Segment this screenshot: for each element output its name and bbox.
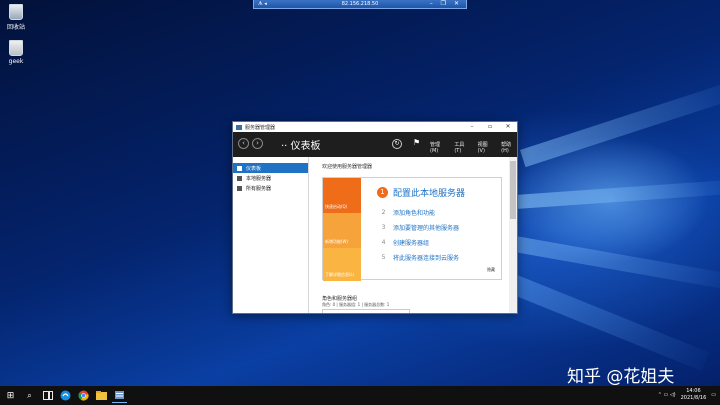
menu-manage[interactable]: 管理(M) xyxy=(430,141,446,154)
refresh-icon[interactable]: ↻ xyxy=(392,139,402,149)
wallpaper-light-beam xyxy=(497,270,709,371)
wallpaper-light-beam xyxy=(507,235,720,289)
breadcrumb: ·· 仪表板 xyxy=(281,141,321,152)
menu-help[interactable]: 帮助(H) xyxy=(501,141,517,154)
tab-whats-new[interactable]: 新增功能(W) xyxy=(323,213,361,248)
sidebar-item-dashboard[interactable]: 仪表板 xyxy=(233,163,308,173)
step-label: 配置此本地服务器 xyxy=(393,189,466,199)
sidebar-item-local-server[interactable]: 本地服务器 xyxy=(233,173,308,183)
start-button[interactable]: ⊞ xyxy=(3,388,18,403)
file-icon xyxy=(9,40,23,56)
taskbar: ⊞ ⌕ ⌃ ▭ ◁) 14:06 2021/8/16 ▭ xyxy=(0,386,720,405)
chrome-browser-icon[interactable] xyxy=(76,388,91,403)
task-view-icon[interactable] xyxy=(40,388,55,403)
server-manager-icon xyxy=(236,124,242,130)
recycle-bin-icon xyxy=(9,4,23,20)
add-roles-link[interactable]: 2 添加角色和功能 xyxy=(379,208,435,217)
sidebar: 仪表板 本地服务器 所有服务器 xyxy=(233,157,309,313)
search-icon[interactable]: ⌕ xyxy=(22,388,37,403)
system-tray: ⌃ ▭ ◁) 14:06 2021/8/16 ▭ xyxy=(658,388,716,402)
roles-summary: 角色: 0 | 服务器组: 1 | 服务器总数: 1 xyxy=(322,302,390,307)
tab-learn-more[interactable]: 了解详细信息(L) xyxy=(323,248,361,281)
server-manager-window: 服务器管理器 – ▫ ✕ ‹ › ·· 仪表板 ↻ ⚑ 管理(M) 工具(T) … xyxy=(232,121,518,314)
clock-time: 14:06 xyxy=(686,388,701,394)
remote-connection-bar: ᗑ ◂ 82.156.218.50 – ❐ ✕ xyxy=(253,0,467,9)
connect-cloud-link[interactable]: 5 将此服务器连接到云服务 xyxy=(379,253,459,262)
sidebar-item-all-servers[interactable]: 所有服务器 xyxy=(233,183,308,193)
menu-view[interactable]: 视图(V) xyxy=(478,141,494,154)
scrollbar-thumb[interactable] xyxy=(510,161,516,219)
clock-date: 2021/8/16 xyxy=(680,395,707,401)
quick-start-panel: 快速启动(Q) 新增功能(W) 了解详细信息(L) 1 配置此本地服务器 2 添… xyxy=(322,177,502,281)
wallpaper-light-beam xyxy=(515,179,720,209)
sidebar-item-label: 仪表板 xyxy=(246,165,262,172)
desktop-icon-recycle-bin[interactable]: 回收站 xyxy=(0,4,32,31)
dashboard-content: 欢迎使用服务器管理器 快速启动(Q) 新增功能(W) 了解详细信息(L) 1 配… xyxy=(310,157,509,313)
remote-bar-left-icons[interactable]: ᗑ ◂ xyxy=(258,1,267,7)
back-button[interactable]: ‹ xyxy=(238,138,249,149)
desktop-icon-geek[interactable]: geek xyxy=(0,40,32,65)
step-number: 1 xyxy=(377,187,388,198)
role-tile[interactable] xyxy=(322,309,410,313)
window-title: 服务器管理器 xyxy=(245,124,276,131)
forward-button[interactable]: › xyxy=(252,138,263,149)
desktop-icon-label: 回收站 xyxy=(6,24,25,31)
edge-browser-icon[interactable] xyxy=(58,388,73,403)
notifications-flag-icon[interactable]: ⚑ xyxy=(413,138,420,147)
add-servers-link[interactable]: 3 添加要管理的其他服务器 xyxy=(379,223,459,232)
welcome-title: 欢迎使用服务器管理器 xyxy=(322,164,373,170)
hide-link[interactable]: 隐藏 xyxy=(487,267,495,273)
server-icon xyxy=(237,175,242,181)
window-titlebar[interactable]: 服务器管理器 – ▫ ✕ xyxy=(233,122,517,132)
notification-center-icon[interactable]: ▭ xyxy=(711,392,716,398)
roles-section-title: 角色和服务器组 xyxy=(322,296,358,302)
server-manager-taskbar-icon[interactable] xyxy=(112,388,127,403)
minimize-button[interactable]: – xyxy=(463,122,481,132)
configure-local-server-link[interactable]: 1 配置此本地服务器 xyxy=(377,186,465,199)
desktop-icon-label: geek xyxy=(8,58,24,65)
servers-icon xyxy=(237,185,242,191)
tray-icons[interactable]: ⌃ ▭ ◁) xyxy=(658,392,676,398)
remote-bar-window-controls[interactable]: – ❐ ✕ xyxy=(430,0,462,7)
remote-host-address: 82.156.218.50 xyxy=(341,1,379,7)
tab-quick-start[interactable]: 快速启动(Q) xyxy=(323,178,361,213)
dashboard-icon xyxy=(237,165,242,171)
watermark: 知乎 @花姐夫 xyxy=(567,367,675,387)
clock[interactable]: 14:06 2021/8/16 xyxy=(681,388,707,402)
file-explorer-icon[interactable] xyxy=(94,388,109,403)
toolbar: ‹ › ·· 仪表板 ↻ ⚑ 管理(M) 工具(T) 视图(V) 帮助(H) xyxy=(233,132,517,157)
wallpaper-light-beam xyxy=(520,82,720,168)
menu-bar: 管理(M) 工具(T) 视图(V) 帮助(H) xyxy=(430,141,517,154)
sidebar-item-label: 本地服务器 xyxy=(246,175,272,182)
create-server-group-link[interactable]: 4 创建服务器组 xyxy=(379,238,429,247)
menu-tools[interactable]: 工具(T) xyxy=(454,141,469,154)
maximize-button[interactable]: ▫ xyxy=(481,122,499,132)
vertical-scrollbar[interactable] xyxy=(509,157,517,313)
sidebar-item-label: 所有服务器 xyxy=(246,185,272,192)
close-button[interactable]: ✕ xyxy=(499,122,517,132)
